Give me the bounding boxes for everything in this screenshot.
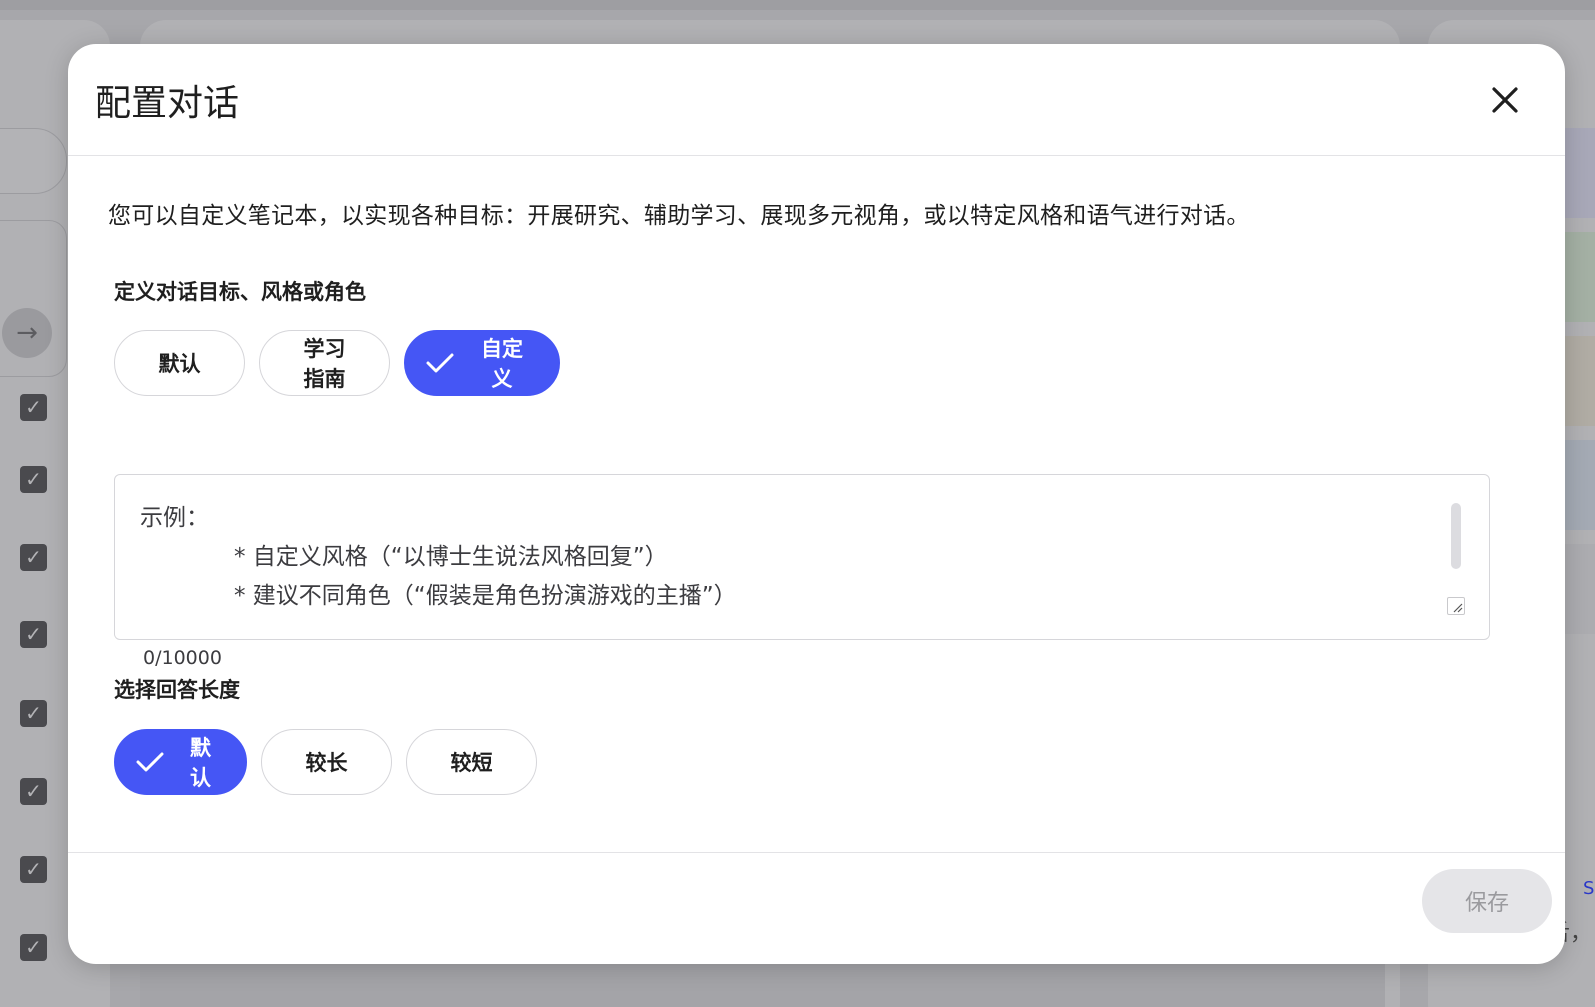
background-top-bar [0,0,1595,10]
configure-chat-dialog: 配置对话 您可以自定义笔记本，以实现各种目标：开展研究、辅助学习、展现多元视角，… [68,44,1565,964]
goal-options: 默认 学习指南 自定义 [114,330,560,396]
check-icon [425,351,455,375]
dialog-footer: 保存 [68,852,1565,964]
goal-option-custom[interactable]: 自定义 [404,330,560,396]
source-checkbox: ✓ [20,778,47,805]
textarea-scrollbar[interactable] [1451,503,1461,569]
dialog-title: 配置对话 [95,83,240,124]
source-checkbox: ✓ [20,934,47,961]
source-checkbox: ✓ [20,621,47,648]
goal-option-label: 学习指南 [303,337,346,391]
background-link-text: S [1583,878,1595,899]
length-option-label: 较短 [450,751,493,775]
check-icon [135,750,165,774]
source-checkbox: ✓ [20,544,47,571]
length-option-longer[interactable]: 较长 [261,729,392,795]
custom-prompt-textarea[interactable]: 示例： * 自定义风格（“以博士生说法风格回复”） * 建议不同角色（“假装是角… [114,474,1490,640]
background-chat-input-area [140,960,1385,1007]
source-checkbox: ✓ [20,394,47,421]
placeholder-line: 示例： [140,505,209,531]
resize-handle-icon[interactable] [1447,597,1465,615]
save-button[interactable]: 保存 [1422,869,1552,933]
length-option-shorter[interactable]: 较短 [406,729,537,795]
placeholder-line: * 建议不同角色（“假装是角色扮演游戏的主播”） [234,583,737,609]
goal-option-default[interactable]: 默认 [114,330,245,396]
goal-option-study-guide[interactable]: 学习指南 [259,330,390,396]
character-count: 0/10000 [143,647,222,669]
length-section-label: 选择回答长度 [114,678,240,702]
length-options: 默认 较长 较短 [114,729,537,795]
source-checkbox: ✓ [20,700,47,727]
length-option-default[interactable]: 默认 [114,729,247,795]
dialog-description: 您可以自定义笔记本，以实现各种目标：开展研究、辅助学习、展现多元视角，或以特定风… [108,203,1250,229]
close-icon [1492,87,1518,113]
placeholder-line: * 自定义风格（“以博士生说法风格回复”） [234,544,668,570]
goal-option-label: 自定义 [481,337,523,391]
length-option-label: 默认 [190,736,211,790]
length-option-label: 较长 [305,751,348,775]
dialog-header: 配置对话 [68,44,1565,156]
goal-section-label: 定义对话目标、风格或角色 [114,280,366,304]
textarea-placeholder: 示例： * 自定义风格（“以博士生说法风格回复”） * 建议不同角色（“假装是角… [140,499,737,616]
source-checkbox: ✓ [20,466,47,493]
close-button[interactable] [1485,80,1525,120]
source-checkbox: ✓ [20,856,47,883]
arrow-right-icon: → [2,308,52,358]
goal-option-label: 默认 [158,352,201,376]
background-search-pill [0,128,67,194]
